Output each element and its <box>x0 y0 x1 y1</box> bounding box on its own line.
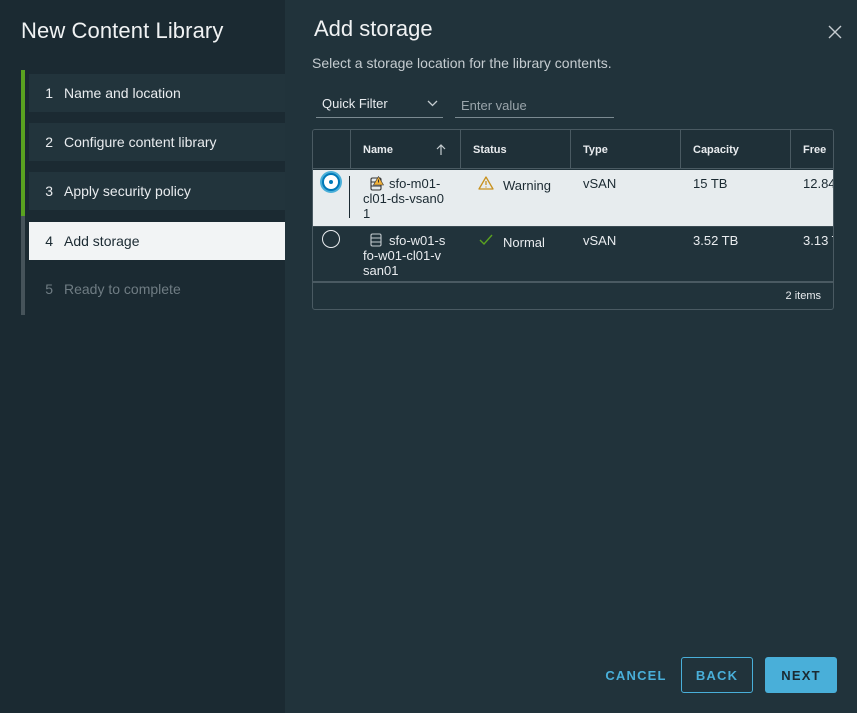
column-header-free[interactable]: Free <box>790 130 833 169</box>
progress-rail-completed <box>21 70 25 216</box>
step-label: Apply security policy <box>64 183 191 199</box>
type-text: vSAN <box>583 176 617 191</box>
type-text: vSAN <box>583 233 617 248</box>
step-number: 3 <box>45 183 53 199</box>
step-label: Configure content library <box>64 134 217 150</box>
datagrid-header: Name Status Type Capacity Free <box>313 130 833 169</box>
page-subtitle: Select a storage location for the librar… <box>312 55 612 71</box>
name-line: sfo-w01-s <box>389 233 446 248</box>
table-row[interactable]: sfo-m01- cl01-ds-vsan0 1 Warning vSAN 15… <box>313 170 833 227</box>
chevron-down-icon <box>427 100 438 107</box>
next-button[interactable]: NEXT <box>765 657 837 693</box>
warning-icon <box>478 176 494 195</box>
name-line: fo-w01-cl01-v <box>363 248 442 263</box>
column-header-name[interactable]: Name <box>350 130 460 169</box>
name-line: sfo-m01- <box>389 176 441 191</box>
column-label: Type <box>583 144 608 156</box>
status-text: Normal <box>503 235 545 250</box>
wizard-step-configure-content-library[interactable]: 2 Configure content library <box>29 123 285 161</box>
column-label: Free <box>803 144 827 156</box>
datastore-name: sfo-w01-s fo-w01-cl01-v san01 <box>363 233 463 278</box>
name-line: 1 <box>363 206 371 221</box>
datastore-name: sfo-m01- cl01-ds-vsan0 1 <box>363 176 463 221</box>
item-count: 2 items <box>785 290 821 302</box>
wizard-step-name-and-location[interactable]: 1 Name and location <box>29 74 285 112</box>
row-select-radio[interactable] <box>322 173 340 191</box>
sort-ascending-icon <box>436 144 446 155</box>
datagrid-footer: 2 items <box>313 281 833 309</box>
step-label: Ready to complete <box>64 281 181 297</box>
storage-datagrid: Name Status Type Capacity Free sfo-m01- … <box>312 129 834 310</box>
column-label: Status <box>473 144 507 156</box>
name-line: cl01-ds-vsan0 <box>363 191 444 206</box>
step-label: Name and location <box>64 85 181 101</box>
wizard-sidebar: New Content Library 1 Name and location … <box>0 0 285 713</box>
row-select-radio[interactable] <box>322 230 340 248</box>
capacity-text: 15 TB <box>693 176 728 191</box>
wizard-content: Add storage Select a storage location fo… <box>285 0 857 713</box>
column-header-capacity[interactable]: Capacity <box>680 130 790 169</box>
table-row[interactable]: sfo-w01-s fo-w01-cl01-v san01 Normal vSA… <box>313 227 833 282</box>
filter-value-input[interactable] <box>455 93 614 118</box>
wizard-title: New Content Library <box>21 18 224 43</box>
step-label: Add storage <box>64 233 140 249</box>
back-button[interactable]: BACK <box>681 657 753 693</box>
column-header-type[interactable]: Type <box>570 130 680 169</box>
column-header-status[interactable]: Status <box>460 130 570 169</box>
column-label: Capacity <box>693 144 739 156</box>
capacity-text: 3.52 TB <box>693 233 739 248</box>
column-label: Name <box>363 144 393 156</box>
free-text: 12.84 <box>803 176 834 191</box>
wizard-step-ready-to-complete: 5 Ready to complete <box>29 270 285 308</box>
wizard-step-apply-security-policy[interactable]: 3 Apply security policy <box>29 172 285 210</box>
quick-filter-label: Quick Filter <box>322 96 388 111</box>
name-line: san01 <box>363 263 399 278</box>
close-icon[interactable] <box>827 24 843 40</box>
free-text: 3.13 T <box>803 233 833 248</box>
progress-rail-remaining <box>21 216 25 315</box>
check-icon <box>478 233 494 252</box>
row-divider <box>349 176 350 218</box>
quick-filter-select[interactable]: Quick Filter <box>316 93 443 118</box>
step-number: 5 <box>45 281 53 297</box>
step-number: 4 <box>45 233 53 249</box>
wizard-step-add-storage[interactable]: 4 Add storage <box>29 222 285 260</box>
page-title: Add storage <box>314 16 433 41</box>
step-number: 2 <box>45 134 53 150</box>
status-text: Warning <box>503 178 551 193</box>
step-number: 1 <box>45 85 53 101</box>
cancel-button[interactable]: CANCEL <box>595 657 677 693</box>
wizard-steps: 1 Name and location 2 Configure content … <box>21 70 285 315</box>
